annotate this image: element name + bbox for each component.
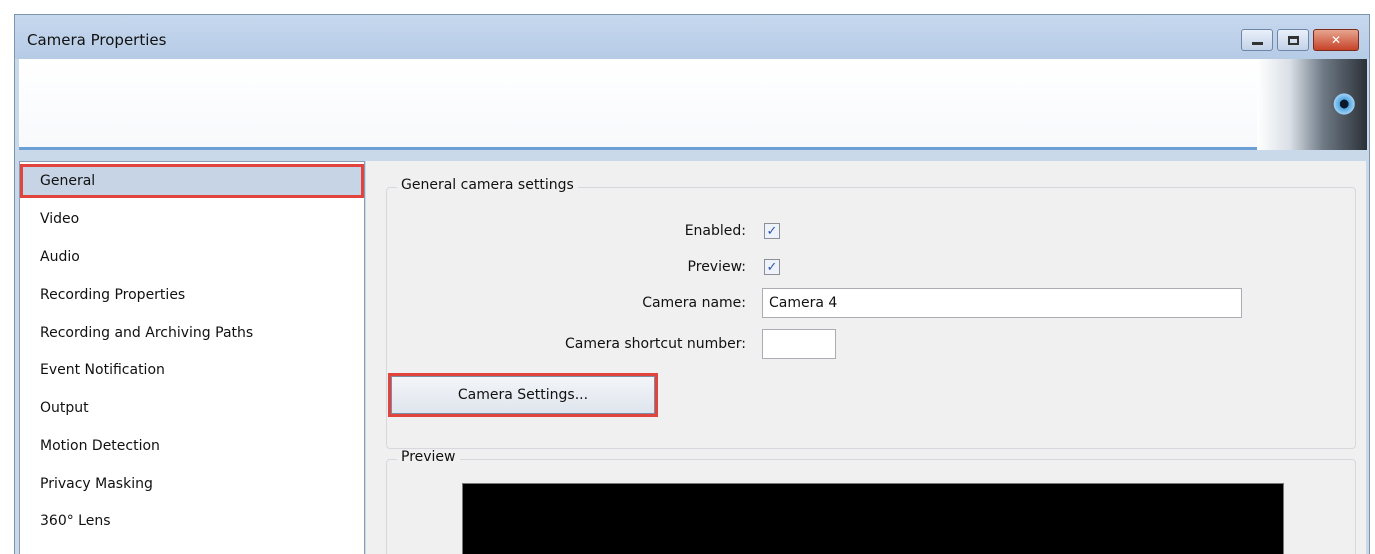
nav-item-privacy-masking[interactable]: Privacy Masking [20,467,364,501]
nav-item-general[interactable]: General [20,164,364,198]
enabled-label: Enabled: [684,223,746,239]
preview-label: Preview: [687,259,746,275]
minimize-button[interactable] [1241,29,1273,51]
camera-properties-window: Camera Properties ✕ General Video Audio … [14,14,1370,554]
camera-shortcut-input[interactable] [762,329,836,359]
wolf-logo-image [1257,59,1367,150]
nav-item-recording-properties[interactable]: Recording Properties [20,278,364,312]
nav-item-motion-detection[interactable]: Motion Detection [20,429,364,463]
window-title: Camera Properties [27,31,167,49]
camera-name-label: Camera name: [642,295,746,311]
header-banner [19,59,1367,150]
nav-item-output[interactable]: Output [20,391,364,425]
group-title: General camera settings [397,177,578,193]
close-icon: ✕ [1330,33,1342,47]
camera-settings-button[interactable]: Camera Settings... [391,376,655,414]
minimize-icon [1251,42,1263,45]
preview-group-title: Preview [397,449,460,465]
maximize-icon [1287,35,1299,45]
enabled-checkbox[interactable]: ✓ [764,223,780,239]
camera-name-input[interactable]: Camera 4 [762,288,1242,318]
general-settings-panel: General camera settings Enabled: ✓ Previ… [366,161,1366,554]
settings-nav-list: General Video Audio Recording Properties… [19,161,365,554]
window-controls: ✕ [1237,29,1359,51]
maximize-button[interactable] [1277,29,1309,51]
nav-item-recording-archiving-paths[interactable]: Recording and Archiving Paths [20,316,364,350]
wolf-eye-icon [1331,93,1355,115]
camera-preview-video [462,483,1284,554]
camera-shortcut-label: Camera shortcut number: [565,336,746,352]
nav-item-video[interactable]: Video [20,202,364,236]
camera-settings-highlight: Camera Settings... [388,373,658,417]
nav-item-event-notification[interactable]: Event Notification [20,353,364,387]
checkmark-icon: ✓ [766,223,778,239]
preview-checkbox[interactable]: ✓ [764,259,780,275]
title-bar[interactable]: Camera Properties ✕ [15,15,1369,59]
nav-item-audio[interactable]: Audio [20,240,364,274]
close-button[interactable]: ✕ [1313,29,1359,51]
checkmark-icon: ✓ [766,259,778,275]
nav-item-360-lens[interactable]: 360° Lens [20,504,364,538]
